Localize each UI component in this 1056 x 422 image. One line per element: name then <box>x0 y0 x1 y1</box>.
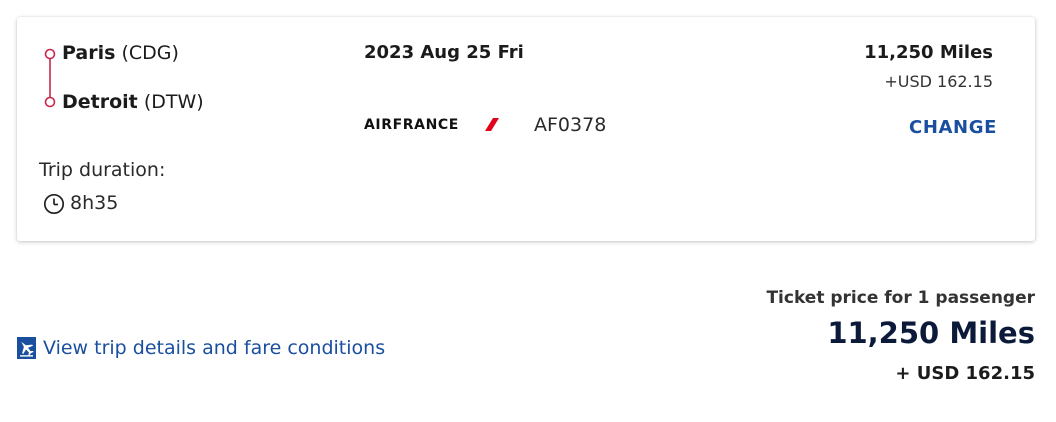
view-trip-details-link[interactable]: View trip details and fare conditions <box>17 334 385 362</box>
total-price-miles: 11,250 Miles <box>827 316 1035 350</box>
airline-logo: AIRFRANCE <box>364 116 500 136</box>
flight-price-miles: 11,250 Miles <box>864 42 993 63</box>
trip-duration-value: 8h35 <box>70 192 119 214</box>
clock-icon <box>43 193 65 215</box>
flight-price-usd: +USD 162.15 <box>884 72 993 91</box>
origin-airport: Paris (CDG) <box>62 42 179 64</box>
flight-number: AF0378 <box>534 114 607 136</box>
view-trip-details-label: View trip details and fare conditions <box>43 337 386 359</box>
change-flight-button[interactable]: CHANGE <box>909 117 997 138</box>
destination-code: (DTW) <box>143 91 204 113</box>
plane-icon <box>17 337 36 359</box>
air-france-stripe-logo <box>485 118 499 131</box>
flight-card: Paris (CDG) Detroit (DTW) Trip duration:… <box>17 17 1035 241</box>
total-price-usd: + USD 162.15 <box>895 363 1035 384</box>
destination-airport: Detroit (DTW) <box>62 91 204 113</box>
trip-duration-label: Trip duration: <box>39 159 166 181</box>
route-line-icon <box>44 48 56 108</box>
origin-city: Paris <box>62 42 116 64</box>
ticket-price-caption: Ticket price for 1 passenger <box>766 288 1035 308</box>
origin-code: (CDG) <box>121 42 179 64</box>
airline-name: AIRFRANCE <box>364 117 459 133</box>
destination-city: Detroit <box>62 91 138 113</box>
flight-date: 2023 Aug 25 Fri <box>364 42 524 63</box>
